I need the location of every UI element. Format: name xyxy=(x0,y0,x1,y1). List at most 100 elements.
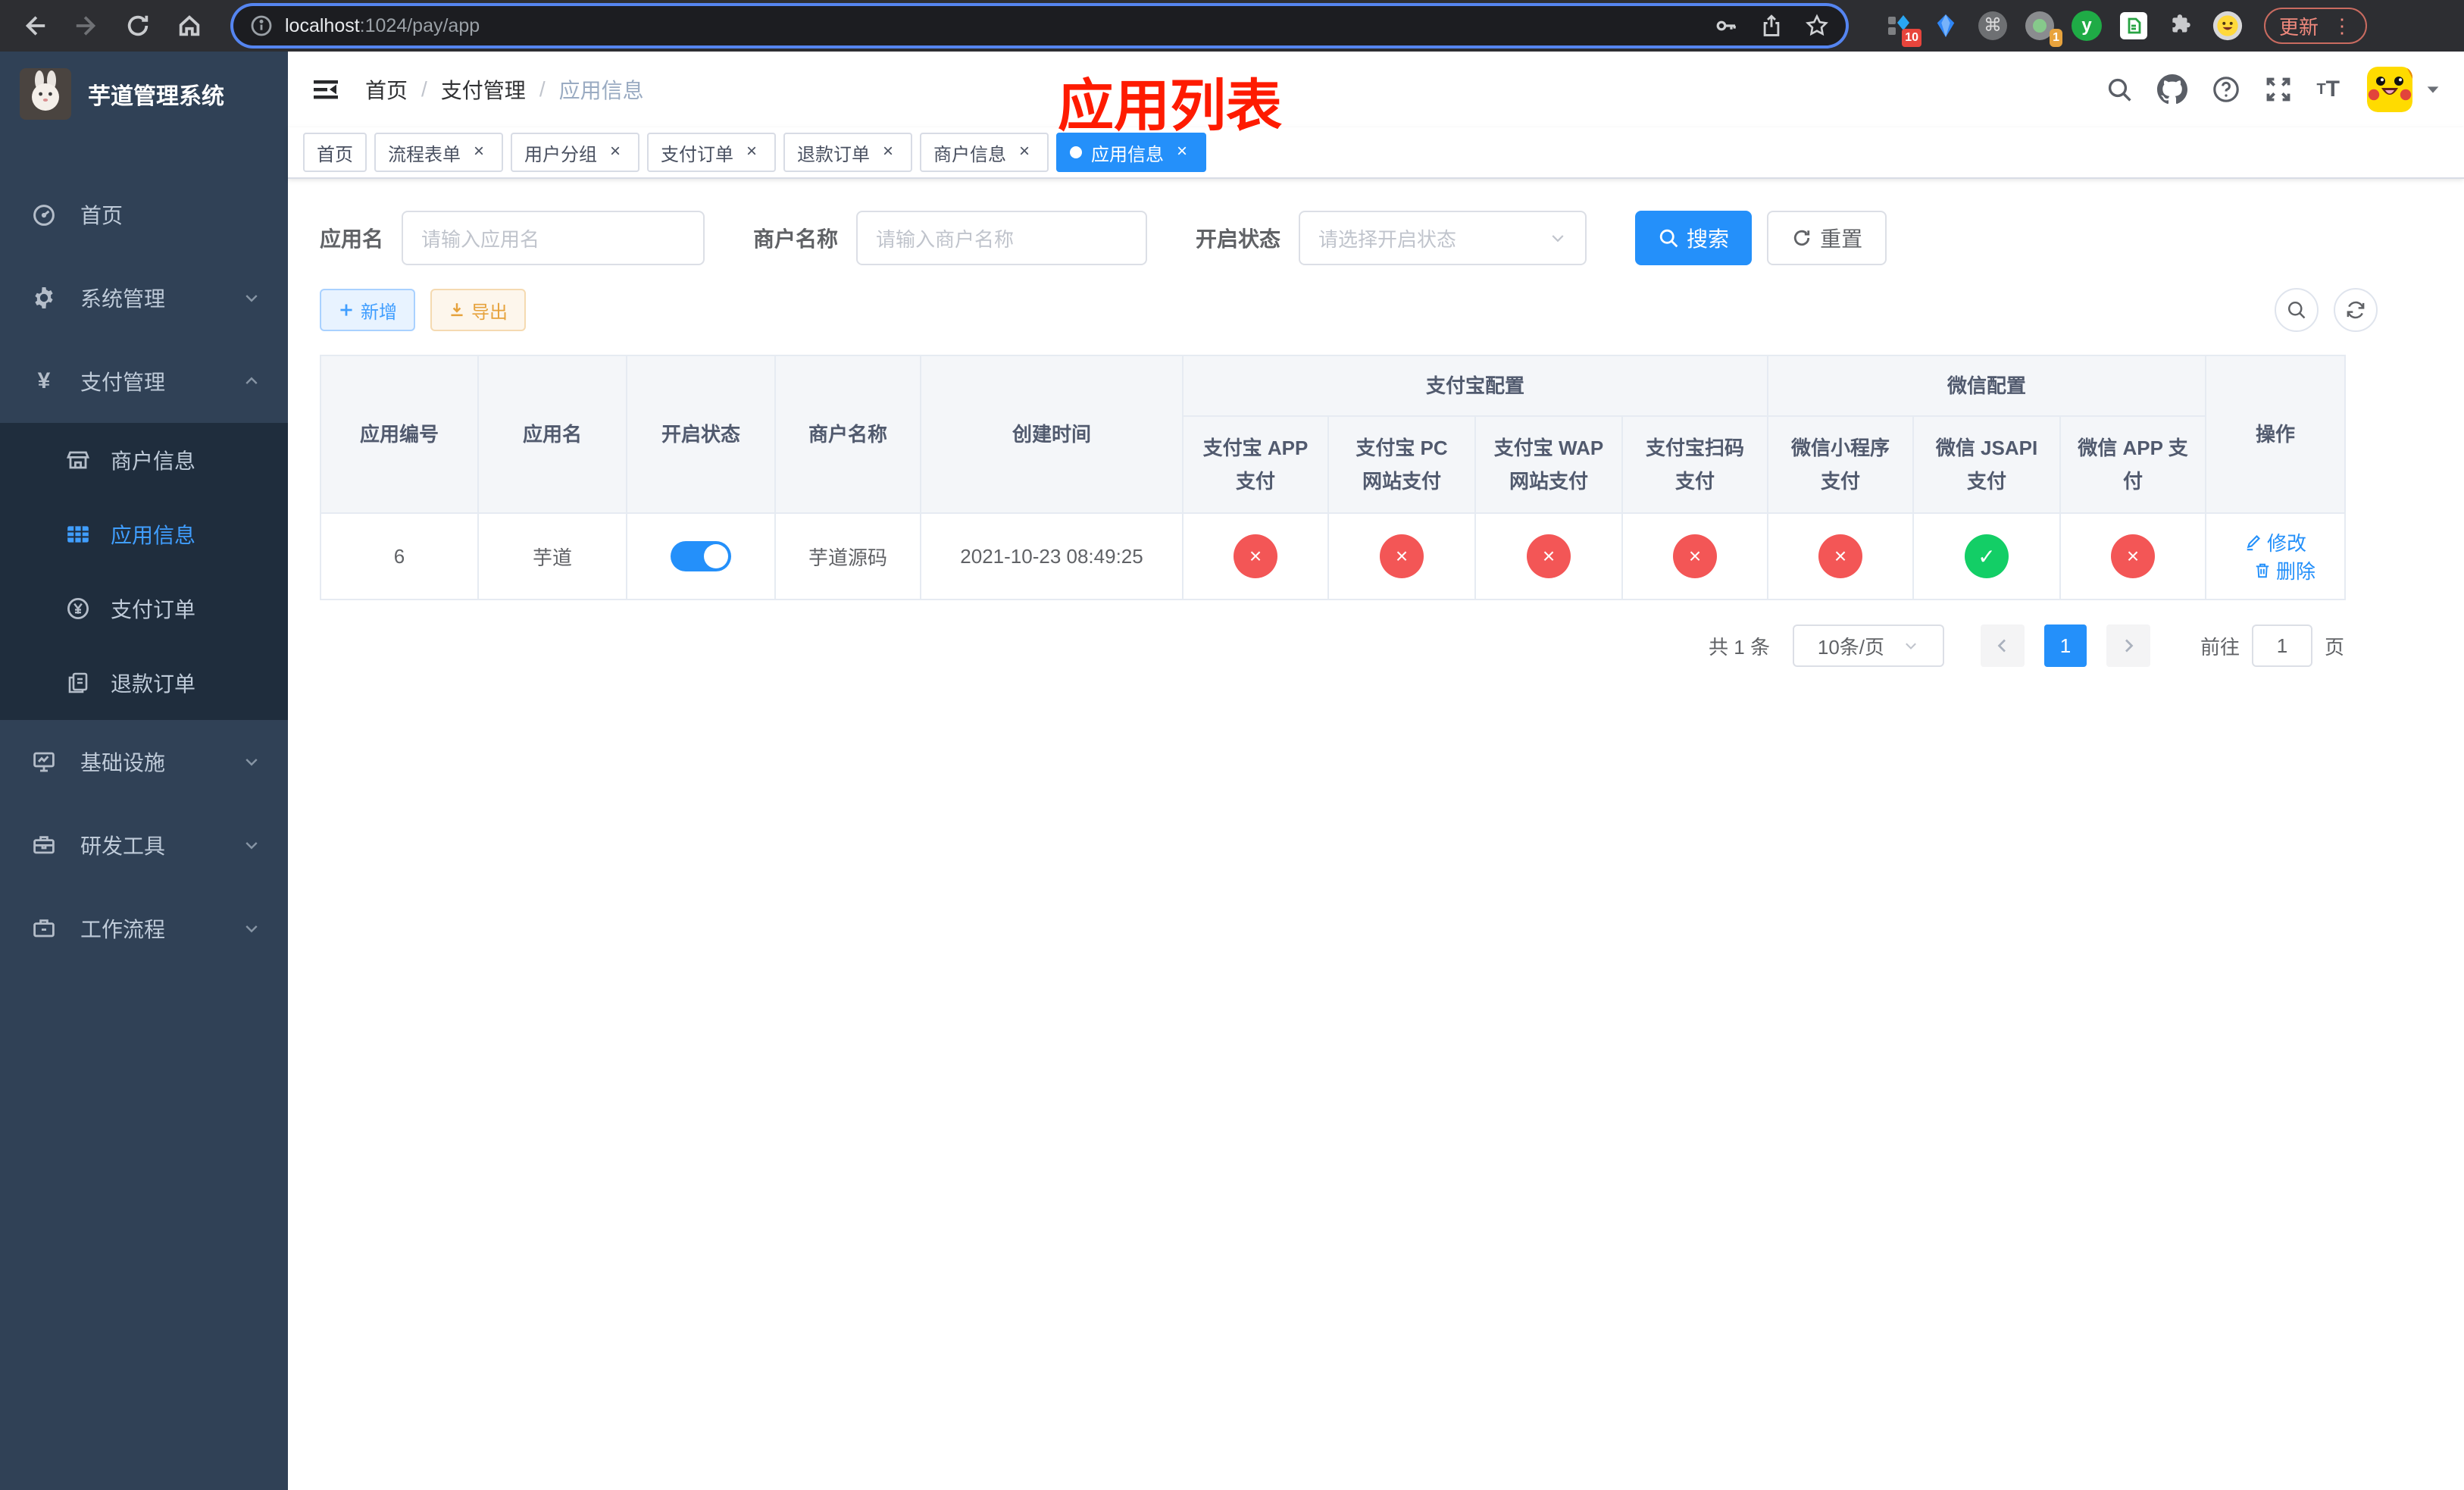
page-size-select[interactable]: 10条/页 xyxy=(1792,624,1944,667)
fullscreen-icon[interactable] xyxy=(2265,76,2292,103)
page-1-button[interactable]: 1 xyxy=(2043,624,2087,667)
bookmark-star-icon[interactable] xyxy=(1805,14,1829,38)
sidebar-item-label: 首页 xyxy=(80,204,124,227)
col-header-actions: 操作 xyxy=(2205,355,2347,514)
sidebar-item-refund-order[interactable]: 退款订单 xyxy=(0,646,288,720)
yen-circle-icon xyxy=(65,596,91,621)
sidebar-item-home[interactable]: 首页 xyxy=(0,173,288,256)
tab-process-form[interactable]: 流程表单 × xyxy=(374,133,503,172)
wx-mini-status-badge: × xyxy=(1818,534,1863,578)
sidebar-item-merchant-info[interactable]: 商户信息 xyxy=(0,423,288,497)
info-icon[interactable] xyxy=(250,14,273,37)
app-name-input[interactable]: 请输入应用名 xyxy=(402,211,705,265)
delete-link[interactable]: 删除 xyxy=(2253,556,2315,584)
search-icon[interactable] xyxy=(2106,76,2133,103)
col-group-alipay: 支付宝配置 xyxy=(1181,355,1769,417)
close-icon[interactable]: × xyxy=(741,142,762,163)
github-icon[interactable] xyxy=(2157,74,2188,105)
sidebar-item-payment[interactable]: ¥ 支付管理 xyxy=(0,340,288,423)
download-icon xyxy=(449,302,465,318)
profile-avatar-icon[interactable] xyxy=(2212,11,2243,41)
sidebar-item-pay-order[interactable]: 支付订单 xyxy=(0,571,288,646)
sidebar-item-app-info[interactable]: 应用信息 xyxy=(0,497,288,571)
goto-page-input[interactable] xyxy=(2251,624,2312,667)
close-icon[interactable]: × xyxy=(468,142,489,163)
browser-toolbar: localhost:1024/pay/app 10 ⌘ 1 y 更新 ⋮ xyxy=(0,0,2464,52)
url-text[interactable]: localhost:1024/pay/app xyxy=(285,15,480,37)
key-icon[interactable] xyxy=(1714,14,1738,38)
sidebar-toggle-icon[interactable] xyxy=(311,74,341,105)
extension-doc-icon[interactable] xyxy=(2118,11,2149,41)
sidebar-item-label: 应用信息 xyxy=(111,524,196,547)
close-icon[interactable]: × xyxy=(877,142,899,163)
merchant-name-input[interactable]: 请输入商户名称 xyxy=(856,211,1148,265)
breadcrumb-item[interactable]: 支付管理 xyxy=(441,74,526,105)
chevron-down-icon xyxy=(242,753,261,771)
export-button[interactable]: 导出 xyxy=(430,289,526,331)
tags-view: 首页 流程表单 × 用户分组 × 支付订单 × 退款订单 × 商户信息 × 应用信息 × xyxy=(288,127,2464,179)
tab-refund-order[interactable]: 退款订单 × xyxy=(783,133,912,172)
sidebar-item-infrastructure[interactable]: 基础设施 xyxy=(0,720,288,803)
extension-gem-icon[interactable] xyxy=(1931,11,1961,41)
next-page-button[interactable] xyxy=(2106,624,2150,667)
search-button[interactable]: 搜索 xyxy=(1635,211,1753,265)
help-icon[interactable] xyxy=(2212,75,2240,104)
extension-status-icon[interactable]: 1 xyxy=(2025,11,2062,47)
close-icon[interactable]: × xyxy=(605,142,626,163)
chevron-down-icon xyxy=(1903,637,1919,654)
sidebar-item-dev-tools[interactable]: 研发工具 xyxy=(0,803,288,887)
sidebar-item-workflow[interactable]: 工作流程 xyxy=(0,887,288,970)
extension-y-icon[interactable]: y xyxy=(2072,11,2102,41)
extension-command-icon[interactable]: ⌘ xyxy=(1978,11,2008,41)
reset-button[interactable]: 重置 xyxy=(1767,211,1887,265)
back-icon[interactable] xyxy=(15,6,55,45)
extensions-puzzle-icon[interactable] xyxy=(2165,11,2196,41)
prev-page-button[interactable] xyxy=(1980,624,2025,667)
show-search-button[interactable] xyxy=(2275,288,2319,332)
breadcrumb-item-current: 应用信息 xyxy=(558,79,644,102)
browser-update-button[interactable]: 更新 ⋮ xyxy=(2264,8,2368,44)
goto-label: 前往 xyxy=(2200,635,2240,659)
navbar: 首页 / 支付管理 / 应用信息 TT xyxy=(288,52,2464,127)
close-icon[interactable]: × xyxy=(1014,142,1035,163)
breadcrumb-item[interactable]: 首页 xyxy=(365,74,408,105)
extension-tiles-icon[interactable]: 10 xyxy=(1884,11,1921,47)
shop-icon xyxy=(65,448,91,472)
col-header-created: 创建时间 xyxy=(920,355,1184,514)
tab-pay-order[interactable]: 支付订单 × xyxy=(647,133,776,172)
dashboard-icon xyxy=(30,202,58,227)
edit-link[interactable]: 修改 xyxy=(2244,528,2306,556)
tab-merchant-info[interactable]: 商户信息 × xyxy=(920,133,1049,172)
grid-icon xyxy=(65,521,91,547)
status-select[interactable]: 请选择开启状态 xyxy=(1299,211,1587,265)
close-icon[interactable]: × xyxy=(1171,142,1193,163)
home-icon[interactable] xyxy=(170,6,209,45)
sidebar: 芋道管理系统 首页 系统管理 ¥ 支付管理 商户信息 应用信息 支付订单 退款订… xyxy=(0,52,288,1490)
add-button[interactable]: 新增 xyxy=(320,289,415,331)
col-header-wx-jsapi: 微信 JSAPI 支付 xyxy=(1912,415,2062,514)
trash-icon xyxy=(2253,562,2272,580)
edit-icon xyxy=(2244,533,2262,551)
col-header-status: 开启状态 xyxy=(626,355,776,514)
tab-home[interactable]: 首页 xyxy=(303,133,367,172)
col-group-wechat: 微信配置 xyxy=(1767,355,2207,417)
refresh-table-button[interactable] xyxy=(2334,288,2378,332)
status-label: 开启状态 xyxy=(1196,227,1281,251)
browser-menu-icon[interactable]: ⋮ xyxy=(2332,14,2352,38)
share-icon[interactable] xyxy=(1759,14,1784,38)
caret-down-icon[interactable] xyxy=(2425,81,2441,98)
font-size-icon[interactable]: TT xyxy=(2316,78,2340,101)
page-annotation: 应用列表 xyxy=(1058,74,1282,137)
chevron-up-icon xyxy=(242,372,261,390)
sidebar-submenu-payment: 商户信息 应用信息 支付订单 退款订单 xyxy=(0,423,288,720)
address-bar[interactable]: localhost:1024/pay/app xyxy=(233,6,1846,45)
status-toggle[interactable] xyxy=(671,541,731,571)
reload-icon[interactable] xyxy=(118,6,158,45)
app-logo xyxy=(20,68,71,120)
user-avatar[interactable] xyxy=(2367,67,2412,112)
tab-user-group[interactable]: 用户分组 × xyxy=(511,133,639,172)
sidebar-logo-row[interactable]: 芋道管理系统 xyxy=(0,52,288,136)
col-header-app-name: 应用名 xyxy=(477,355,627,514)
app-name-label: 应用名 xyxy=(320,227,384,251)
sidebar-item-system[interactable]: 系统管理 xyxy=(0,256,288,340)
